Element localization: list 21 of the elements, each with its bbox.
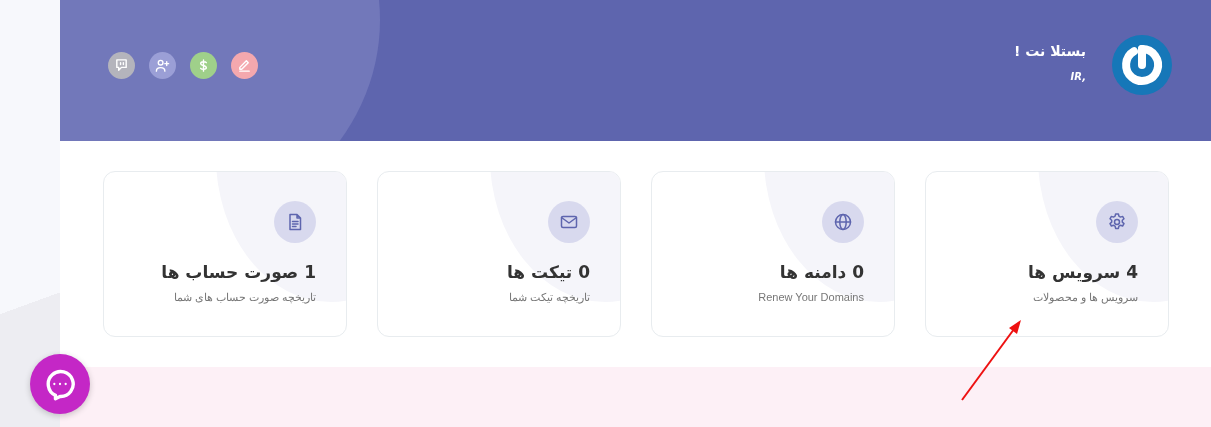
card-subtitle: تاریخچه تیکت شما: [508, 291, 590, 304]
speech-bubble-icon: [114, 58, 129, 73]
stat-card[interactable]: 1 صورت حساب ها تاریخچه صورت حساب های شما: [103, 171, 347, 337]
card-title: 4 سرویس ها: [1027, 262, 1138, 282]
card-title: 1 صورت حساب ها: [161, 262, 316, 282]
stat-card[interactable]: 0 تیکت ها تاریخچه تیکت شما: [377, 171, 621, 337]
card-title: 0 تیکت ها: [506, 262, 590, 282]
card-title: 0 دامنه ها: [779, 262, 864, 282]
pencil-icon: [237, 58, 252, 73]
billing-button[interactable]: [190, 52, 217, 79]
add-user-button[interactable]: [149, 52, 176, 79]
card-subtitle: تاریخچه صورت حساب های شما: [173, 291, 316, 304]
stat-card[interactable]: 4 سرویس ها سرویس ها و محصولات: [925, 171, 1169, 337]
chat-button[interactable]: [108, 52, 135, 79]
card-subtitle: Renew Your Domains: [758, 291, 864, 303]
user-subtitle: IR,: [1070, 71, 1086, 82]
user-name: بستلا نت !: [1013, 43, 1086, 59]
card-subtitle: سرویس ها و محصولات: [1032, 291, 1138, 304]
ring-logo: [1112, 35, 1172, 95]
edit-button[interactable]: [231, 52, 258, 79]
user-plus-icon: [155, 58, 170, 73]
